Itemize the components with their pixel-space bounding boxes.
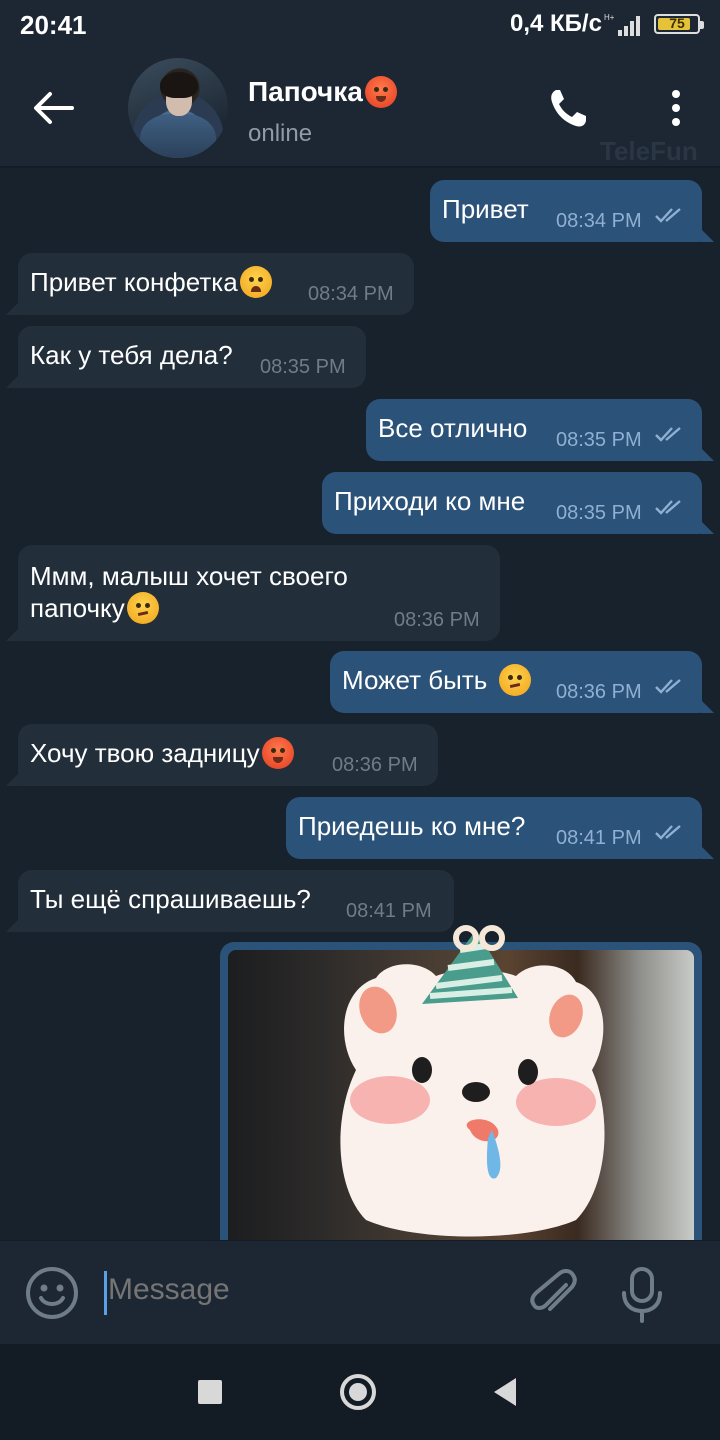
watermark: TeleFun xyxy=(600,136,698,166)
message-text: Все отлично xyxy=(378,413,528,443)
message-time: 08:36 PM xyxy=(332,754,418,776)
chat-header: Папочка online TeleFun xyxy=(0,48,720,168)
chat-title-text: Папочка xyxy=(248,76,363,107)
emoji-smile-icon[interactable] xyxy=(24,1265,80,1321)
message-time: 08:34 PM xyxy=(308,283,394,305)
double-check-icon xyxy=(655,427,681,442)
message-bubble-outgoing[interactable]: Приходи ко мне 08:35 PM xyxy=(322,472,714,534)
message-text: Приходи ко мне xyxy=(334,486,526,516)
back-arrow-icon[interactable] xyxy=(28,86,78,130)
battery-level: 75 xyxy=(669,15,685,31)
message-text-line2: папочку xyxy=(30,593,125,623)
double-check-icon xyxy=(655,500,681,515)
phone-icon[interactable] xyxy=(546,86,590,130)
message-bubble-outgoing[interactable]: Привет 08:34 PM xyxy=(430,180,714,242)
message-time: 08:35 PM xyxy=(556,502,642,524)
message-time: 08:35 PM xyxy=(556,429,642,451)
message-text: Ты ещё спрашиваешь? xyxy=(30,884,311,914)
message-text: Привет xyxy=(442,194,529,224)
message-text: Приедешь ко мне? xyxy=(298,811,526,841)
battery-icon: 75 xyxy=(654,14,704,34)
status-time: 20:41 xyxy=(20,10,87,40)
status-network-speed: 0,4 КБ/с xyxy=(510,10,602,37)
worried-face-icon xyxy=(239,266,272,298)
message-text: Привет конфетка xyxy=(30,267,238,297)
message-bubble-outgoing[interactable]: Приедешь ко мне? 08:41 PM xyxy=(286,797,714,859)
message-time: 08:35 PM xyxy=(260,356,346,378)
double-check-icon xyxy=(655,825,681,840)
message-time: 08:36 PM xyxy=(394,609,480,631)
bear-sticker[interactable] xyxy=(326,920,616,1240)
smirk-face-icon xyxy=(499,664,532,696)
paperclip-icon[interactable] xyxy=(526,1267,582,1323)
message-bubble-outgoing[interactable]: Все отлично 08:35 PM xyxy=(366,399,714,461)
signal-icon: H+ xyxy=(604,13,640,36)
smirk-face-icon xyxy=(126,592,159,624)
message-list[interactable]: Привет 08:34 PM Привет конфетка 08:34 PM… xyxy=(0,170,720,1240)
svg-text:H+: H+ xyxy=(604,13,615,22)
chat-status: online xyxy=(248,120,313,147)
home-icon[interactable] xyxy=(340,1374,376,1410)
hot-face-icon xyxy=(261,737,294,769)
message-bubble-incoming[interactable]: Хочу твою задницу 08:36 PM xyxy=(6,724,438,786)
message-bubble-incoming[interactable]: Ммм, малыш хочет своего папочку 08:36 PM xyxy=(6,545,500,641)
message-text: Хочу твою задницу xyxy=(30,738,260,768)
more-vertical-icon[interactable] xyxy=(660,88,692,128)
message-time: 08:34 PM xyxy=(556,210,642,232)
double-check-icon xyxy=(655,679,681,694)
microphone-icon[interactable] xyxy=(618,1265,666,1325)
message-time: 08:41 PM xyxy=(556,827,642,849)
recent-apps-icon[interactable] xyxy=(198,1380,222,1404)
message-input[interactable] xyxy=(108,1273,488,1307)
hot-face-icon xyxy=(364,76,397,108)
message-bubble-outgoing[interactable]: Может быть 08:36 PM xyxy=(330,651,714,713)
text-caret xyxy=(104,1271,107,1315)
chat-title[interactable]: Папочка xyxy=(248,76,397,108)
message-text: Как у тебя дела? xyxy=(30,340,233,370)
status-bar: 20:41 0,4 КБ/с H+ 75 xyxy=(0,0,720,48)
message-text: Может быть xyxy=(342,665,488,695)
system-nav-bar xyxy=(0,1344,720,1440)
message-time: 08:36 PM xyxy=(556,681,642,703)
message-text-line1: Ммм, малыш хочет своего xyxy=(30,561,348,591)
message-bubble-incoming[interactable]: Привет конфетка 08:34 PM xyxy=(6,253,414,315)
avatar[interactable] xyxy=(128,58,228,158)
double-check-icon xyxy=(655,208,681,223)
message-composer xyxy=(0,1240,720,1344)
back-triangle-icon[interactable] xyxy=(494,1378,516,1406)
message-bubble-incoming[interactable]: Как у тебя дела? 08:35 PM xyxy=(6,326,366,388)
